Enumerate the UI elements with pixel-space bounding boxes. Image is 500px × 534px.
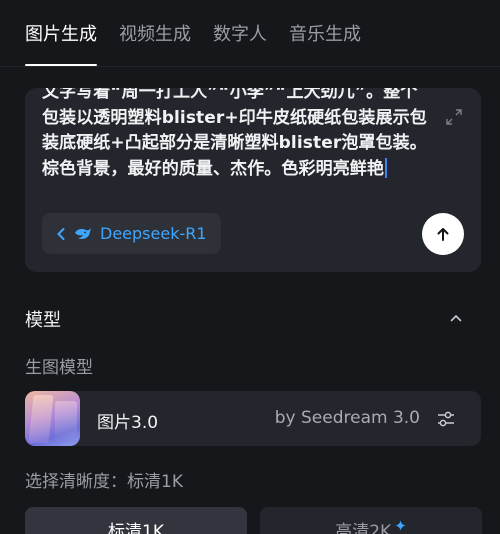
prompt-line: 包装以透明塑料blister+印牛皮纸硬纸包装展示包 [42,107,427,128]
image-model-selector[interactable]: 图片3.0 by Seedream 3.0 [25,391,481,446]
prompt-textarea[interactable]: 文字写着“周一打工人”“小李”“上大劲儿”。整个 包装以透明塑料blister+… [42,88,438,183]
tab-label: 图片生成 [25,24,97,45]
tab-image-generation[interactable]: 图片生成 [25,0,97,66]
chevron-left-icon [57,227,65,240]
send-button[interactable] [422,213,464,255]
prompt-line: 文字写着“周一打工人”“小李”“上大劲儿”。整个 [42,88,418,102]
tab-digital-human[interactable]: 数字人 [213,0,267,66]
model-provider: by Seedream 3.0 [274,408,420,428]
resolution-label: 选择清晰度：标清1K [25,472,183,492]
resolution-option-label: 高清2K [335,522,392,534]
deepseek-whale-icon [75,227,91,239]
tabs-divider [0,66,500,67]
model-thumbnail [25,391,80,446]
resolution-option-2k[interactable]: 高清2K ✦ [260,507,482,534]
tab-label: 音乐生成 [289,24,361,45]
image-model-label: 生图模型 [25,358,93,378]
model-name: 图片3.0 [97,413,159,433]
tab-label: 数字人 [213,24,267,45]
prompt-input-panel: 文字写着“周一打工人”“小李”“上大劲儿”。整个 包装以透明塑料blister+… [25,88,481,272]
model-section-title: 模型 [25,310,61,331]
tab-video-generation[interactable]: 视频生成 [119,0,191,66]
text-caret [385,157,387,178]
expand-icon[interactable] [445,108,463,126]
sliders-icon[interactable] [436,409,456,429]
tab-music-generation[interactable]: 音乐生成 [289,0,361,66]
tab-label: 视频生成 [119,24,191,45]
tab-bar: 图片生成 视频生成 数字人 音乐生成 [25,0,361,66]
prompt-line-last: 棕色背景，最好的质量、杰作。色彩明亮鲜艳 [42,157,438,183]
resolution-option-label: 标清1K [108,522,164,534]
image-generation-panel: 图片生成 视频生成 数字人 音乐生成 文字写着“周一打工人”“小李”“上大劲儿”… [0,0,500,534]
sparkle-icon: ✦ [394,517,407,534]
chevron-up-icon[interactable] [449,311,463,325]
arrow-up-icon [437,228,449,241]
prompt-line: 装底硬纸+凸起部分是清晰塑料blister泡罩包装。 [42,133,427,153]
llm-model-label: Deepseek-R1 [100,224,207,243]
resolution-option-1k[interactable]: 标清1K [25,507,247,534]
llm-model-selector[interactable]: Deepseek-R1 [42,213,221,254]
prompt-line-text: 棕色背景，最好的质量、杰作。色彩明亮鲜艳 [42,158,384,179]
